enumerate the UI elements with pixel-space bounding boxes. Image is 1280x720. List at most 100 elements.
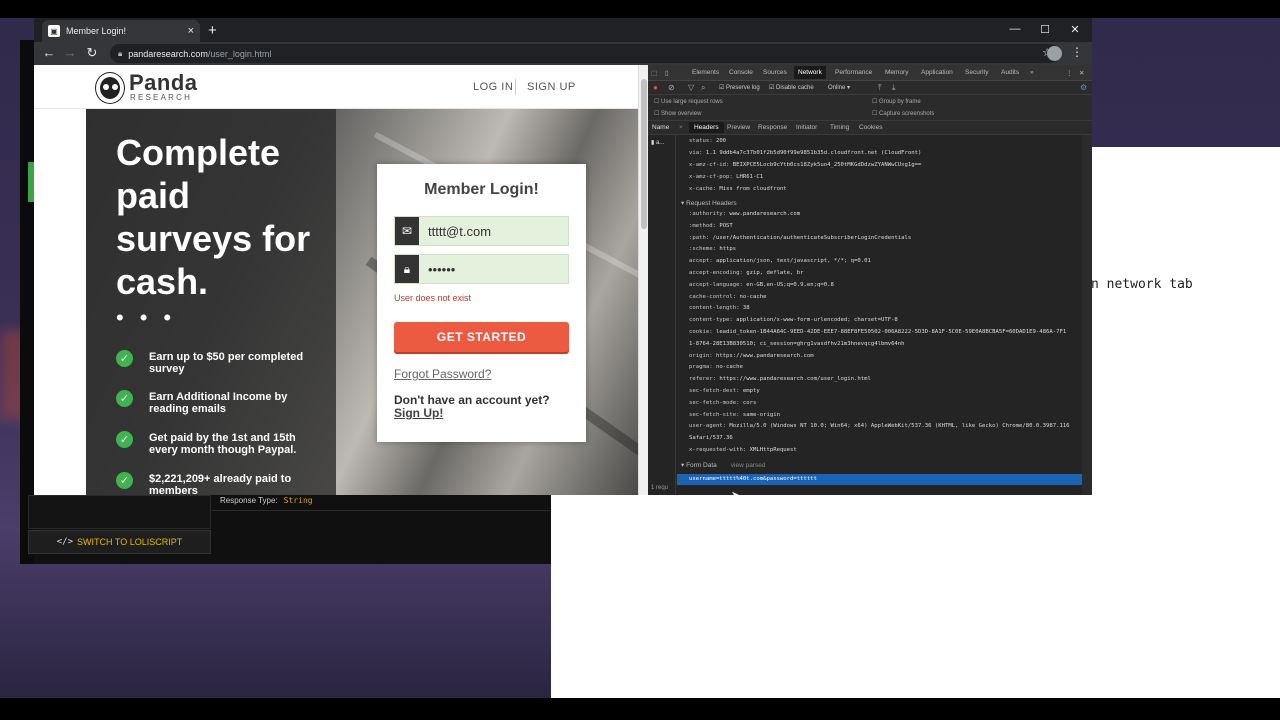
form-data-section[interactable]: ▾ Form Data view parsed <box>681 461 765 469</box>
response-type-value[interactable]: String <box>284 496 313 505</box>
signup-link[interactable]: Sign Up! <box>394 406 443 420</box>
inspect-icon[interactable]: ⬚ <box>651 69 657 77</box>
show-overview-checkbox[interactable]: ☐ Show overview <box>654 110 701 117</box>
subtab-cookies[interactable]: Cookies <box>859 124 882 131</box>
benefit-text: Earn up to $50 per completed survey <box>149 351 304 375</box>
switch-to-loliscript-button[interactable]: </> SWITCH TO LOLISCRIPT <box>28 530 211 554</box>
header-line: :method: POST <box>689 222 733 229</box>
logo-subtitle: RESEARCH <box>130 93 193 102</box>
envelope-icon: ✉ <box>395 217 419 245</box>
record-icon[interactable]: ● <box>653 83 658 92</box>
benefit-item: ✓ Earn up to $50 per completed survey <box>116 350 316 375</box>
lock-icon: 🔒︎ <box>118 48 123 58</box>
large-rows-checkbox[interactable]: ☐ Use large request rows <box>654 98 723 105</box>
password-value: •••••• <box>428 262 456 277</box>
form-data-row[interactable]: username=ttttt%40t.com&password=tttttt <box>677 474 1082 485</box>
subtab-timing[interactable]: Timing <box>830 124 849 131</box>
name-column-header[interactable]: Name <box>652 124 669 131</box>
subtab-initiator[interactable]: Initiator <box>796 124 817 131</box>
nav-login-link[interactable]: LOG IN <box>473 81 513 93</box>
capture-screenshots-checkbox[interactable]: ☐ Capture screenshots <box>872 110 934 117</box>
tab-application[interactable]: Application <box>921 69 953 76</box>
desktop-bottom-bar <box>0 698 1280 720</box>
header-line: x-requested-with: XMLHttpRequest <box>689 447 797 453</box>
devtools-scrollbar[interactable] <box>1082 135 1092 495</box>
address-bar[interactable]: 🔒︎ pandaresearch.com/user_login.html ☆ <box>110 44 1060 63</box>
request-headers-section[interactable]: ▾ Request Headers <box>681 199 737 207</box>
header-line: content-type: application/x-www-form-url… <box>689 317 898 324</box>
tab-close-icon[interactable]: × <box>188 25 194 37</box>
browser-tab[interactable]: ▣ Member Login! × <box>42 20 200 42</box>
panda-logo-icon[interactable] <box>96 73 124 103</box>
tab-memory[interactable]: Memory <box>885 69 908 76</box>
benefit-item: ✓ Get paid by the 1st and 15th every mon… <box>116 431 316 456</box>
devtools-menu-icon[interactable]: ⋮ <box>1066 69 1073 77</box>
tab-console[interactable]: Console <box>729 69 753 76</box>
menu-kebab-icon[interactable]: ⋮ <box>1071 45 1083 59</box>
scrollbar-thumb[interactable] <box>641 79 647 229</box>
login-card: Member Login! ✉ ttttt@t.com 🔒︎ •••••• Us… <box>377 164 586 442</box>
header-line: Safari/537.36 <box>689 435 733 442</box>
profile-avatar[interactable] <box>1047 46 1062 61</box>
throttle-select[interactable]: Online ▾ <box>828 84 850 91</box>
check-icon: ✓ <box>116 390 133 407</box>
email-field[interactable]: ✉ ttttt@t.com <box>394 216 569 246</box>
tab-sources[interactable]: Sources <box>763 69 787 76</box>
filter-icon[interactable]: ▽ <box>688 83 694 92</box>
tab-performance[interactable]: Performance <box>835 69 872 76</box>
page-scrollbar[interactable] <box>638 65 648 495</box>
header-line: referer: https://www.pandaresearch.com/u… <box>689 376 871 383</box>
device-toolbar-icon[interactable]: ▯ <box>665 69 669 77</box>
network-toolbar: ● ⊘ ▽ ⌕ ☑ Preserve log ☑ Disable cache O… <box>648 81 1092 95</box>
settings-gear-icon[interactable]: ⚙ <box>1080 83 1087 92</box>
url-text: pandaresearch.com/user_login.html <box>128 48 272 59</box>
window-partial-text: n network tab <box>1091 277 1193 292</box>
export-icon[interactable]: ⤓ <box>892 83 896 93</box>
reload-icon[interactable]: ↻ <box>83 45 101 61</box>
response-type-label: Response Type: <box>220 496 278 505</box>
forward-icon[interactable]: → <box>61 45 79 60</box>
group-frame-checkbox[interactable]: ☐ Group by frame <box>872 98 921 105</box>
benefit-item: ✓ $2,221,209+ already paid to members <box>116 472 316 495</box>
back-icon[interactable]: ← <box>40 45 58 60</box>
subtab-preview[interactable]: Preview <box>727 124 750 131</box>
tab-title: Member Login! <box>66 26 127 36</box>
more-tabs-icon[interactable]: » <box>1030 69 1034 76</box>
nav-signup-link[interactable]: SIGN UP <box>527 81 576 93</box>
subtab-headers[interactable]: Headers <box>689 122 724 133</box>
tab-security[interactable]: Security <box>965 69 988 76</box>
close-window-icon[interactable]: ✕ <box>1061 18 1089 40</box>
maximize-icon[interactable]: ☐ <box>1031 18 1059 40</box>
import-icon[interactable]: ⤒ <box>878 83 882 93</box>
clear-icon[interactable]: ⊘ <box>668 83 675 92</box>
subtab-response[interactable]: Response <box>758 124 787 131</box>
new-tab-icon[interactable]: + <box>208 22 217 39</box>
request-row[interactable]: ▮ a... <box>651 139 664 146</box>
tab-elements[interactable]: Elements <box>692 69 719 76</box>
header-line: sec-fetch-site: same-origin <box>689 411 780 418</box>
disable-cache-checkbox[interactable]: ☑ Disable cache <box>769 84 814 91</box>
tab-audits[interactable]: Audits <box>1001 69 1019 76</box>
header-line: accept-encoding: gzip, deflate, br <box>689 270 804 276</box>
password-field[interactable]: 🔒︎ •••••• <box>394 254 569 284</box>
devtools-close-icon[interactable]: ✕ <box>1079 69 1084 77</box>
header-line: content-length: 38 <box>689 305 750 312</box>
benefit-text: Get paid by the 1st and 15th every month… <box>149 432 297 456</box>
view-parsed-link[interactable]: view parsed <box>731 462 766 469</box>
header-line: 1-8764-28E13B830510; ci_session=ghrg1vas… <box>689 340 905 347</box>
get-started-button[interactable]: GET STARTED <box>394 322 569 352</box>
lock-icon: 🔒︎ <box>395 255 419 283</box>
nav-separator <box>515 79 516 95</box>
check-icon: ✓ <box>116 350 133 367</box>
minimize-icon[interactable]: — <box>1001 18 1029 40</box>
close-detail-icon[interactable]: × <box>679 124 683 131</box>
mouse-cursor-icon: ➤ <box>731 490 740 501</box>
preserve-log-checkbox[interactable]: ☑ Preserve log <box>719 84 760 91</box>
header-line: sec-fetch-dest: empty <box>689 388 760 394</box>
request-count: 1 requ <box>651 485 669 491</box>
search-icon[interactable]: ⌕ <box>701 83 705 93</box>
tab-network[interactable]: Network <box>794 66 826 79</box>
response-type: Response Type: String <box>220 496 313 505</box>
header-line: cache-control: no-cache <box>689 293 767 300</box>
forgot-password-link[interactable]: Forgot Password? <box>394 367 491 381</box>
